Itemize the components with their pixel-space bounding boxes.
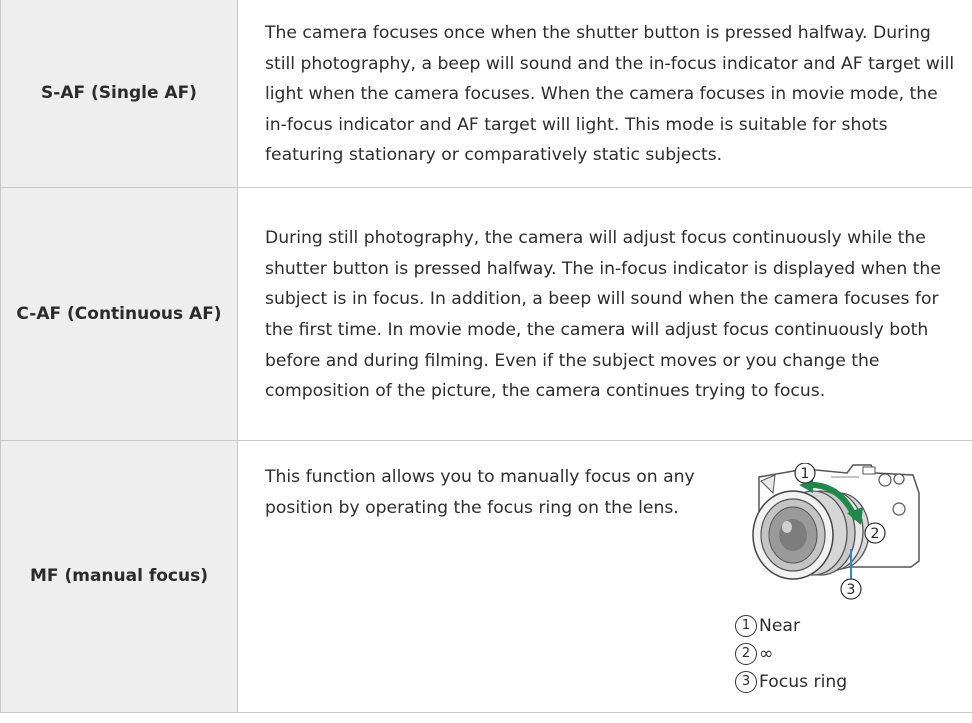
callout-2: 2 [864,522,886,545]
mode-description: This function allows you to manually foc… [265,467,695,519]
legend-number: 2 [735,643,757,666]
mode-name-cell: C-AF (Continuous AF) [0,186,238,441]
legend-label: Near [759,616,801,637]
table-row: S-AF (Single AF) The camera focuses once… [0,0,972,188]
svg-text:1: 1 [801,466,810,482]
legend-number: 1 [735,615,757,638]
legend-label: Focus ring [759,672,848,693]
legend-item: 1 Near [735,612,955,640]
focus-mode-table: S-AF (Single AF) The camera focuses once… [0,0,972,713]
mode-name: C-AF (Continuous AF) [16,303,222,324]
mode-name: MF (manual focus) [30,566,208,587]
svg-text:2: 2 [871,526,880,542]
legend-number: 3 [735,671,757,694]
mode-name-cell: S-AF (Single AF) [0,0,238,188]
camera-lens-illustration: 1 2 3 [752,463,920,601]
legend-item: 3 Focus ring [735,668,955,696]
mode-description-cell: This function allows you to manually foc… [237,439,972,713]
mode-description: The camera focuses once when the shutter… [265,23,955,166]
mode-name-cell: MF (manual focus) [0,439,238,713]
legend-item: 2 ∞ [735,640,955,668]
figure-legend: 1 Near 2 ∞ 3 Focus ring [735,612,955,696]
mode-description: During still photography, the camera wil… [265,228,941,402]
mode-description-cell: The camera focuses once when the shutter… [237,0,972,188]
svg-text:3: 3 [847,582,856,598]
callout-1: 1 [794,463,816,485]
table-row: MF (manual focus) This function allows y… [0,439,972,713]
legend-label: ∞ [759,644,774,665]
mode-description-cell: During still photography, the camera wil… [237,186,972,441]
mode-name: S-AF (Single AF) [41,83,197,104]
table-row: C-AF (Continuous AF) During still photog… [0,186,972,441]
callout-3: 3 [840,578,862,601]
